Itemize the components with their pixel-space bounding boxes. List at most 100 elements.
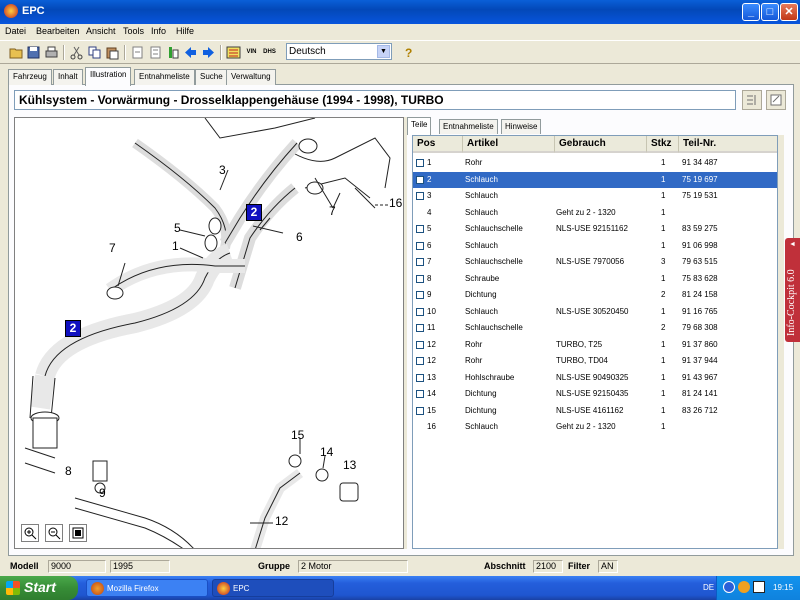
table-row[interactable]: 6 Schlauch 1 91 06 998: [413, 238, 777, 254]
menu-datei[interactable]: Datei: [5, 26, 26, 36]
bookmark-icon[interactable]: [165, 44, 182, 61]
callout-2-highlight[interactable]: 2: [246, 204, 262, 221]
table-scrollbar[interactable]: [778, 135, 784, 549]
callout-8[interactable]: 8: [65, 464, 72, 478]
vin-icon[interactable]: VIN: [243, 44, 260, 61]
cut-icon[interactable]: [68, 44, 85, 61]
table-row[interactable]: 12 Rohr TURBO, TD04 1 91 37 944: [413, 353, 777, 369]
row-checkbox[interactable]: [416, 159, 424, 167]
callout-14[interactable]: 14: [320, 445, 333, 459]
row-checkbox[interactable]: [416, 258, 424, 266]
col-pos[interactable]: Pos: [413, 136, 463, 153]
maximize-button[interactable]: □: [761, 3, 779, 21]
callout-5[interactable]: 5: [174, 221, 181, 235]
row-checkbox[interactable]: [416, 175, 424, 184]
info-cockpit-tab[interactable]: ◄ Info-Cockpit 6.0: [785, 238, 800, 342]
minimize-button[interactable]: _: [742, 3, 760, 21]
tab-inhalt[interactable]: Inhalt: [53, 69, 83, 85]
callout-2-highlight[interactable]: 2: [65, 320, 81, 337]
zoom-out-button[interactable]: [45, 524, 63, 542]
taskbar-item-firefox[interactable]: Mozilla Firefox: [86, 579, 208, 597]
callout-3[interactable]: 3: [219, 163, 226, 177]
forward-arrow-icon[interactable]: [200, 44, 217, 61]
callout-7[interactable]: 7: [109, 241, 116, 255]
row-checkbox[interactable]: [416, 291, 424, 299]
close-button[interactable]: ✕: [780, 3, 798, 21]
table-row[interactable]: 8 Schraube 1 75 83 628: [413, 271, 777, 287]
table-row[interactable]: 10 Schlauch NLS-USE 30520450 1 91 16 765: [413, 304, 777, 320]
tab-hinweise[interactable]: Hinweise: [501, 119, 542, 134]
open-icon[interactable]: [8, 44, 25, 61]
split-view-button[interactable]: [742, 90, 762, 110]
zoom-in-button[interactable]: [21, 524, 39, 542]
row-checkbox[interactable]: [416, 340, 424, 349]
callout-16[interactable]: 16: [389, 196, 402, 210]
tab-illustration[interactable]: Illustration: [85, 67, 132, 86]
callout-9[interactable]: 9: [99, 486, 106, 500]
row-checkbox[interactable]: [416, 324, 424, 332]
help-icon[interactable]: ?: [400, 44, 417, 61]
tab-teile[interactable]: Teile: [407, 117, 432, 135]
col-artikel[interactable]: Artikel: [463, 136, 555, 153]
table-row[interactable]: 4 Schlauch Geht zu 2 - 1320 1: [413, 205, 777, 221]
taskbar-item-epc[interactable]: EPC: [212, 579, 334, 597]
back-arrow-icon[interactable]: [182, 44, 199, 61]
table-row[interactable]: 13 Hohlschraube NLS-USE 90490325 1 91 43 967: [413, 370, 777, 386]
row-checkbox[interactable]: [416, 390, 424, 398]
table-row[interactable]: 1 Rohr 1 91 34 487: [413, 155, 777, 171]
row-checkbox[interactable]: [416, 241, 424, 250]
table-row[interactable]: 14 Dichtung NLS-USE 92150435 1 81 24 141: [413, 386, 777, 402]
export-icon[interactable]: [147, 44, 164, 61]
table-row[interactable]: 3 Schlauch 1 75 19 531: [413, 188, 777, 204]
callout-7[interactable]: 7: [329, 204, 336, 218]
callout-6[interactable]: 6: [296, 230, 303, 244]
update-icon[interactable]: [738, 581, 750, 593]
callout-13[interactable]: 13: [343, 458, 356, 472]
fit-view-button[interactable]: [69, 524, 87, 542]
row-checkbox[interactable]: [416, 406, 424, 415]
row-checkbox[interactable]: [416, 192, 424, 200]
tab-verwaltung[interactable]: Verwaltung: [226, 69, 276, 85]
splitter[interactable]: [404, 117, 407, 549]
row-checkbox[interactable]: [416, 357, 424, 365]
edit-note-button[interactable]: [766, 90, 786, 110]
table-row[interactable]: 11 Schlauchschelle 2 79 68 308: [413, 320, 777, 336]
illustration-view[interactable]: 3 2 7 16 5 1 6 7 2 15 14 13 8 9 12: [14, 117, 404, 549]
menu-tools[interactable]: Tools: [123, 26, 144, 36]
menu-info[interactable]: Info: [151, 26, 166, 36]
tab-fahrzeug[interactable]: Fahrzeug: [8, 69, 52, 85]
print-icon[interactable]: [43, 44, 60, 61]
chevron-down-icon[interactable]: ▼: [377, 45, 390, 58]
language-select[interactable]: Deutsch ▼: [286, 43, 392, 60]
col-stkz[interactable]: Stkz: [647, 136, 679, 153]
menu-bearbeiten[interactable]: Bearbeiten: [36, 26, 80, 36]
table-row[interactable]: 5 Schlauchschelle NLS-USE 92151162 1 83 59 2…: [413, 221, 777, 237]
table-row[interactable]: 7 Schlauchschelle NLS-USE 7970056 3 79 63 51…: [413, 254, 777, 270]
callout-12[interactable]: 12: [275, 514, 288, 528]
col-teil-nr[interactable]: Teil-Nr.: [679, 136, 777, 153]
start-button[interactable]: Start: [0, 576, 78, 600]
parts-list-icon[interactable]: [225, 44, 242, 61]
col-gebrauch[interactable]: Gebrauch: [555, 136, 647, 153]
paste-icon[interactable]: [104, 44, 121, 61]
tab-entnahmeliste[interactable]: Entnahmeliste: [134, 69, 195, 85]
table-row[interactable]: 12 Rohr TURBO, T25 1 91 37 860: [413, 337, 777, 353]
row-checkbox[interactable]: [416, 373, 424, 382]
table-row[interactable]: 2 Schlauch 1 75 19 697: [413, 171, 777, 188]
callout-15[interactable]: 15: [291, 428, 304, 442]
row-checkbox[interactable]: [416, 307, 424, 316]
row-checkbox[interactable]: [416, 274, 424, 283]
network-icon[interactable]: [723, 581, 735, 593]
menu-ansicht[interactable]: Ansicht: [86, 26, 116, 36]
table-row[interactable]: 9 Dichtung 2 81 24 158: [413, 287, 777, 303]
tab-entnahmeliste-sub[interactable]: Entnahmeliste: [439, 119, 498, 134]
save-icon[interactable]: [25, 44, 42, 61]
table-row[interactable]: 16 Schlauch Geht zu 2 - 1320 1: [413, 419, 777, 435]
menu-hilfe[interactable]: Hilfe: [176, 26, 194, 36]
tab-suche[interactable]: Suche: [195, 69, 228, 85]
row-checkbox[interactable]: [416, 225, 424, 233]
dhs-icon[interactable]: DHS: [261, 44, 278, 61]
import-icon[interactable]: [129, 44, 146, 61]
language-indicator[interactable]: DE: [703, 583, 714, 592]
callout-1[interactable]: 1: [172, 239, 179, 253]
